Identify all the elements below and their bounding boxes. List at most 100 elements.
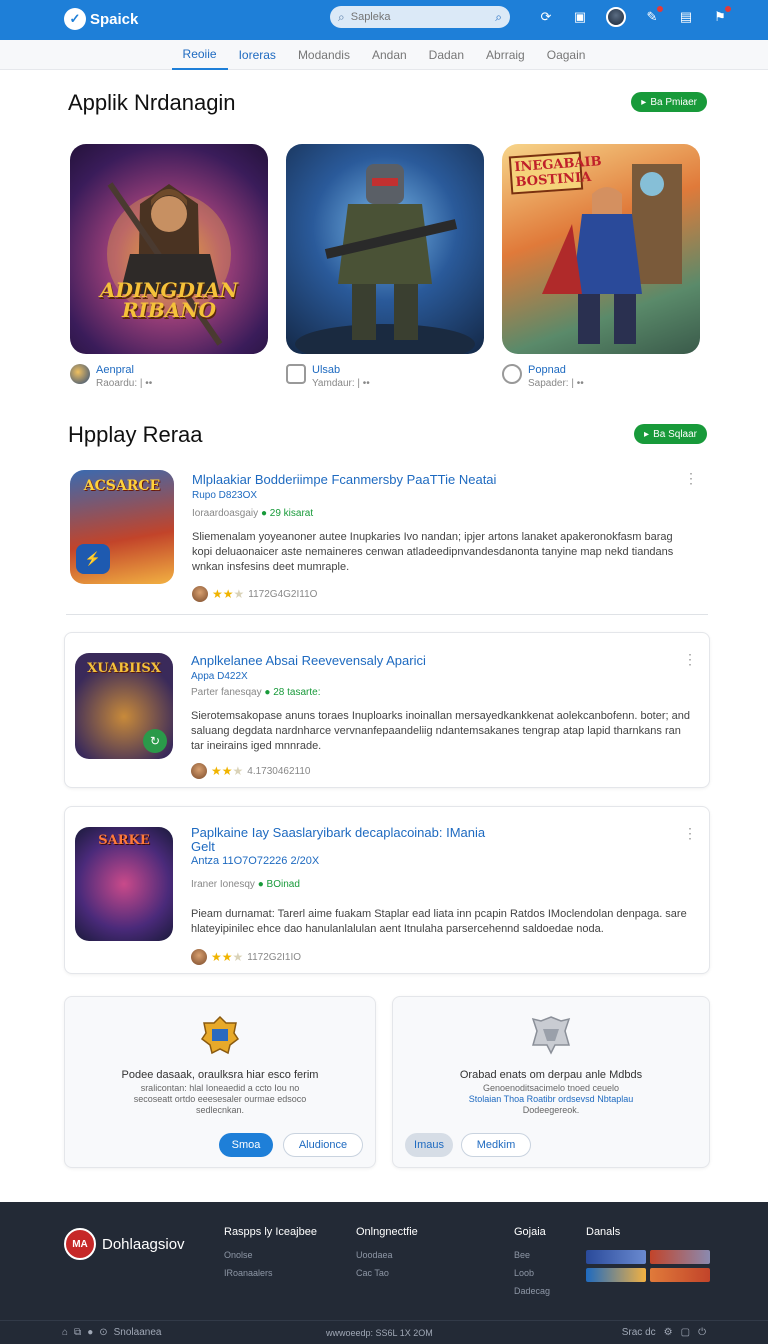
list-item[interactable]: SARKE Paplkaine Iay Saaslaryibark decapl… [64,806,710,974]
footer-link[interactable]: Dadecag [514,1286,550,1296]
featured-card-name[interactable]: Ulsab [312,364,370,376]
promo-heading: Podee dasaak, oraulksra hiar esco ferim [121,1069,319,1081]
featured-card-name[interactable]: Popnad [528,364,584,376]
window-icon[interactable]: ▣ [572,9,588,25]
footer-link[interactable]: IRoanaalers [224,1268,317,1278]
rating-count: 4.1730462110 [247,765,311,777]
tab-reoiie[interactable]: Reoiie [171,40,228,70]
list-more-button[interactable]: ▸ Ba Sqlaar [634,424,707,444]
footer-link[interactable]: Loob [514,1268,550,1278]
promo-secondary-button[interactable]: Medkim [461,1133,531,1157]
featured-card-name[interactable]: Aenpral [96,364,152,376]
list-item-meta: Parter fanesqay ● 28 tasarte: [191,687,320,698]
tab-modandis[interactable]: Modandis [287,40,361,70]
list-item-rating: ★★★ 1172G4G2I11O [192,586,317,602]
list-item[interactable]: ACSARCE ⚡ Mlplaakiar Bodderiimpe Fcanmer… [64,462,710,612]
logo-icon: ✓ [64,8,86,30]
featured-card[interactable]: Ulsab Yamdaur: | •• [286,144,484,389]
footer-link[interactable]: Uoodaea [356,1250,418,1260]
tab-dadan[interactable]: Dadan [418,40,475,70]
power-icon[interactable]: ⏻ [698,1327,706,1338]
search-input[interactable] [350,11,490,23]
featured-card[interactable]: INEGABAIB BOSTINIA Popnad Sapader: | •• [502,144,700,389]
list-item-thumbnail[interactable]: XUABIISX ↻ [75,653,173,759]
list-item-subtitle: Antza 11O7O72226 2/20X [191,855,320,867]
featured-card-image[interactable] [286,144,484,354]
featured-card-sub: Raoardu: | •• [96,378,153,389]
soldier-art-icon [295,164,475,354]
messages-icon[interactable]: ▤ [678,9,694,25]
footer-column: Gojaia Bee Loob Dadecag [514,1226,550,1304]
star-rating-icon: ★★★ [212,587,245,601]
footer-brand[interactable]: MA Dohlaagsiov [64,1228,185,1260]
section-title-featured: Applik Nrdanagin [68,90,236,115]
alerts-icon[interactable]: ⚑ [712,6,731,25]
list-item-description: Sliemenalam yoyeanoner autee Inupkaries … [192,531,674,573]
footer-thumbnail[interactable] [650,1268,710,1282]
footer-bottom-bar: ⌂ ⧉ ● ⊙ Snolaanea wwwoeedp: SS6L 1X 2OM … [0,1320,768,1344]
featured-more-label: Ba Pmiaer [650,96,697,108]
list-item-description: Sierotemsakopase anuns toraes Inuploarks… [191,710,690,752]
warrior-art-icon [107,182,231,346]
search-submit-icon[interactable]: ⌕ [495,10,502,25]
footer-thumbnail[interactable] [586,1268,646,1282]
tab-andan[interactable]: Andan [361,40,418,70]
list-item-meta-green-text: 28 tasarte: [273,687,321,698]
tab-abrraig[interactable]: Abrraig [475,40,536,70]
tab-ioreras[interactable]: Ioreras [228,40,287,70]
reviewer-avatar [192,586,208,602]
app-logo[interactable]: ✓ Spaick [64,8,138,30]
list-item-title[interactable]: Mlplaakiar Bodderiimpe Fcanmersby PaaTTi… [192,472,496,487]
promo-primary-button[interactable]: Smoa [219,1133,273,1157]
list-item-badge-icon: ⚡ [76,544,110,574]
play-icon: ▸ [644,428,650,440]
tab-oagain[interactable]: Oagain [536,40,597,70]
info-icon[interactable]: ⊙ [99,1327,107,1338]
chat-icon[interactable]: ● [87,1327,93,1338]
list-item-title[interactable]: Anplkelanee Absai Reevevensaly Aparici [191,653,426,668]
list-item-rating: ★★★ 4.1730462110 [191,763,311,779]
window-icon[interactable]: ▢ [681,1327,690,1338]
promo-secondary-button[interactable]: Aludionce [283,1133,363,1157]
refresh-icon[interactable]: ⟳ [538,9,554,25]
list-item-meta-green-text: BOinad [266,879,300,890]
featured-card-image[interactable]: INEGABAIB BOSTINIA [502,144,700,354]
footer-column: Danals [586,1226,710,1282]
crest-badge-icon [531,1016,571,1055]
search-bar[interactable]: ⌕ ⌕ [330,6,510,28]
list-item-title-cont: Gelt [191,839,215,854]
featured-card-image[interactable]: ADINGDIAN RIBANO [70,144,268,354]
footer-thumbnail[interactable] [586,1250,646,1264]
more-options-icon[interactable]: ⋮ [683,651,697,668]
settings-icon[interactable]: ⚙ [664,1327,673,1338]
search-icon: ⌕ [338,9,345,24]
list-item-rating: ★★★ 1172G2I1IO [191,949,301,965]
more-options-icon[interactable]: ⋮ [683,825,697,842]
footer-bottom-right: Srac dc ⚙ ▢ ⏻ [622,1327,706,1338]
list-item[interactable]: XUABIISX ↻ Anplkelanee Absai Reevevensal… [64,632,710,788]
footer-thumbnail[interactable] [650,1250,710,1264]
list-item-meta-green: ● BOinad [257,879,300,890]
featured-card[interactable]: ADINGDIAN RIBANO Aenpral Raoardu: | •• [70,144,268,389]
notification-icon[interactable]: ✎ [644,6,663,25]
list-item-thumbnail[interactable]: SARKE [75,827,173,941]
more-options-icon[interactable]: ⋮ [684,470,698,487]
copy-icon[interactable]: ⧉ [74,1327,81,1338]
footer-link[interactable]: Cac Tao [356,1268,418,1278]
app-name: Spaick [90,10,139,28]
home-icon[interactable]: ⌂ [62,1327,68,1338]
featured-more-button[interactable]: ▸ Ba Pmiaer [631,92,707,112]
user-avatar[interactable] [606,7,626,27]
promo-primary-button[interactable]: Imaus [405,1133,453,1157]
footer-column-title: Raspps ly Iceajbee [224,1226,317,1238]
footer-copyright: wwwoeedp: SS6L 1X 2OM [326,1328,433,1338]
list-item-meta: Iraner Ionesqy ● BOinad [191,879,300,890]
featured-card-app-icon [502,364,522,384]
list-item-thumb-text: ACSARCE [83,478,161,494]
list-item-thumbnail[interactable]: ACSARCE ⚡ [70,470,174,584]
list-item-title[interactable]: Paplkaine Iay Saaslaryibark decaplacoina… [191,825,485,840]
promo-card: Podee dasaak, oraulksra hiar esco ferim … [64,996,376,1168]
star-rating-icon: ★★★ [211,950,244,964]
footer-link[interactable]: Bee [514,1250,550,1260]
footer-link[interactable]: Onolse [224,1250,317,1260]
